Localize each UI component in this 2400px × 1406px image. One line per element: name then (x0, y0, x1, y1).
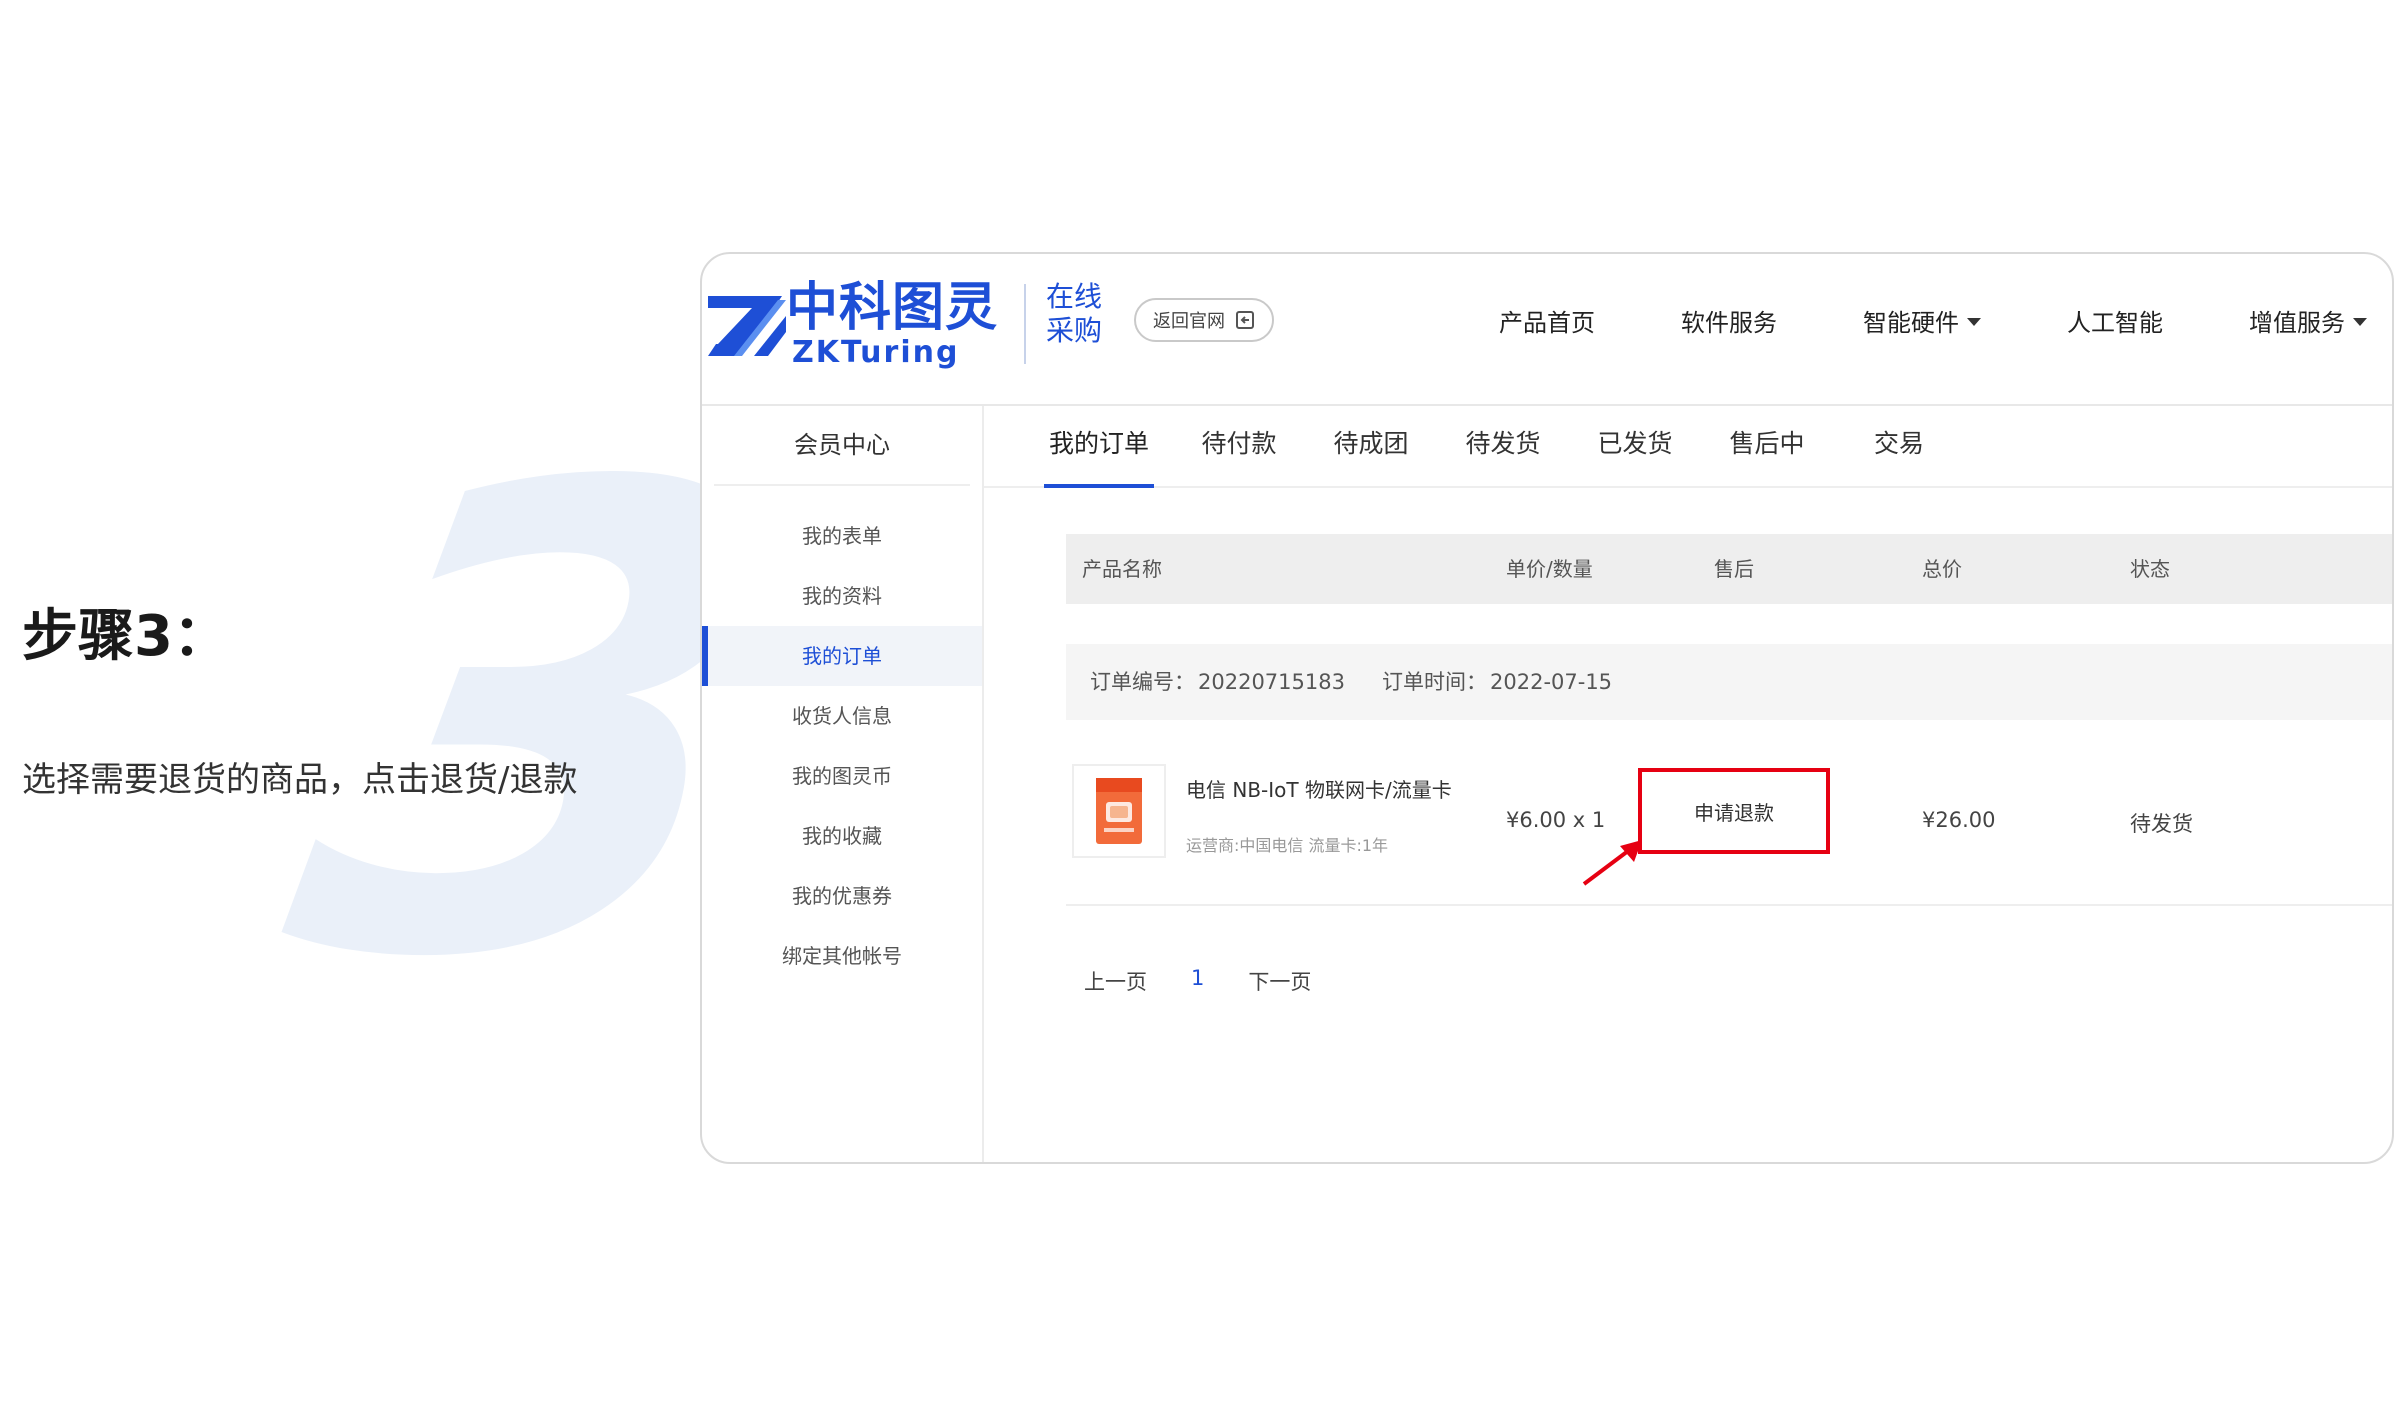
th-price-qty: 单价/数量 (1506, 557, 1593, 581)
logo[interactable]: 中科图灵 ZKTuring (704, 282, 1004, 372)
step-description: 选择需要退货的商品，点击退货/退款 (22, 760, 578, 800)
back-to-site-label: 返回官网 (1153, 311, 1225, 331)
header: 中科图灵 ZKTuring 在线 采购 返回官网 产品首页 软件服务 智能硬件 … (702, 254, 2392, 406)
th-after-sale: 售后 (1714, 557, 1754, 581)
pagination: 上一页 1 下一页 (1084, 966, 1311, 996)
prev-page-link[interactable]: 上一页 (1084, 966, 1147, 996)
caret-down-icon (1967, 318, 1981, 326)
order-info-bar: 订单编号： 20220715183 订单时间： 2022-07-15 (1066, 644, 2392, 720)
nav-label: 软件服务 (1681, 308, 1777, 337)
sidebar-title: 会员中心 (714, 406, 970, 486)
order-tabs: 我的订单 待付款 待成团 待发货 已发货 售后中 交易 (984, 406, 2392, 488)
page: 3 步骤3： 选择需要退货的商品，点击退货/退款 中科图灵 ZKTuring 在… (0, 0, 2400, 1406)
order-status: 待发货 (2130, 812, 2193, 836)
zk-logo-mark-icon (708, 296, 786, 356)
tab-shipped[interactable]: 已发货 (1580, 406, 1690, 486)
sidebar-menu: 我的表单 我的资料 我的订单 收货人信息 我的图灵币 我的收藏 我的优惠券 绑定… (702, 506, 982, 986)
nav-software-services[interactable]: 软件服务 (1656, 303, 1802, 338)
nav-ai[interactable]: 人工智能 (2042, 303, 2188, 338)
sidebar-item-my-forms[interactable]: 我的表单 (702, 506, 982, 566)
back-to-site-button[interactable]: 返回官网 (1134, 298, 1274, 342)
sidebar-item-turing-coins[interactable]: 我的图灵币 (702, 746, 982, 806)
product-name[interactable]: 电信 NB-IoT 物联网卡/流量卡 (1186, 774, 1452, 803)
tab-pending-payment[interactable]: 待付款 (1184, 406, 1294, 486)
nav-smart-hardware[interactable]: 智能硬件 (1838, 303, 2006, 338)
screenshot-card: 中科图灵 ZKTuring 在线 采购 返回官网 产品首页 软件服务 智能硬件 … (700, 252, 2394, 1164)
sidebar-item-bind-accounts[interactable]: 绑定其他帐号 (702, 926, 982, 986)
sidebar: 会员中心 我的表单 我的资料 我的订单 收货人信息 我的图灵币 我的收藏 我的优… (702, 406, 984, 1162)
product-thumbnail[interactable] (1072, 764, 1166, 858)
nav-value-added-services[interactable]: 增值服务 (2224, 303, 2392, 338)
order-time: 2022-07-15 (1490, 670, 1613, 694)
tab-pending-shipment[interactable]: 待发货 (1448, 406, 1558, 486)
order-total: ¥26.00 (1922, 808, 1996, 832)
next-page-link[interactable]: 下一页 (1248, 966, 1311, 996)
price-quantity: ¥6.00 x 1 (1506, 808, 1606, 832)
th-status: 状态 (2130, 557, 2170, 581)
exit-icon (1236, 311, 1254, 329)
product-meta: 运营商:中国电信 流量卡:1年 (1186, 836, 1389, 855)
request-refund-button[interactable]: 申请退款 (1638, 768, 1830, 854)
order-number: 20220715183 (1198, 670, 1345, 694)
sidebar-item-my-profile[interactable]: 我的资料 (702, 566, 982, 626)
nav-label: 人工智能 (2067, 308, 2163, 337)
nav-label: 增值服务 (2249, 308, 2345, 337)
nav-product-home[interactable]: 产品首页 (1474, 303, 1620, 338)
step-title: 步骤3： (22, 604, 229, 669)
tab-transactions[interactable]: 交易 (1844, 406, 1954, 486)
tab-after-sales[interactable]: 售后中 (1712, 406, 1822, 486)
request-refund-label: 申请退款 (1694, 800, 1774, 825)
nav-label: 智能硬件 (1863, 308, 1959, 337)
sidebar-item-favorites[interactable]: 我的收藏 (702, 806, 982, 866)
logo-chinese-text: 中科图灵 (786, 278, 999, 338)
tab-my-orders[interactable]: 我的订单 (1044, 406, 1154, 488)
sidebar-item-coupons[interactable]: 我的优惠券 (702, 866, 982, 926)
main-content: 我的订单 待付款 待成团 待发货 已发货 售后中 交易 产品名称 单价/数量 售… (984, 406, 2392, 1162)
logo-subtitle-line1: 在线 (1046, 280, 1103, 313)
order-number-label: 订单编号： (1090, 670, 1195, 694)
logo-subtitle-line2: 采购 (1046, 313, 1103, 347)
sidebar-item-consignee-info[interactable]: 收货人信息 (702, 686, 982, 746)
table-header: 产品名称 单价/数量 售后 总价 状态 (1066, 534, 2392, 604)
tab-pending-group[interactable]: 待成团 (1316, 406, 1426, 486)
caret-down-icon (2353, 318, 2367, 326)
logo-english-text: ZKTuring (792, 335, 960, 370)
th-total: 总价 (1922, 557, 1962, 581)
pointer-arrow-icon (1582, 840, 1642, 886)
logo-divider (1024, 284, 1026, 364)
order-row: 订单编号： 20220715183 订单时间： 2022-07-15 电信 NB… (1066, 644, 2392, 906)
sim-card-icon (1096, 778, 1142, 844)
top-nav: 产品首页 软件服务 智能硬件 人工智能 增值服务 (1438, 298, 2392, 342)
order-time-label: 订单时间： (1382, 670, 1487, 694)
sidebar-item-my-orders[interactable]: 我的订单 (702, 626, 982, 686)
logo-subtitle: 在线 采购 (1046, 280, 1106, 347)
nav-label: 产品首页 (1499, 308, 1595, 337)
th-product: 产品名称 (1082, 557, 1162, 581)
page-number-link[interactable]: 1 (1191, 966, 1204, 996)
